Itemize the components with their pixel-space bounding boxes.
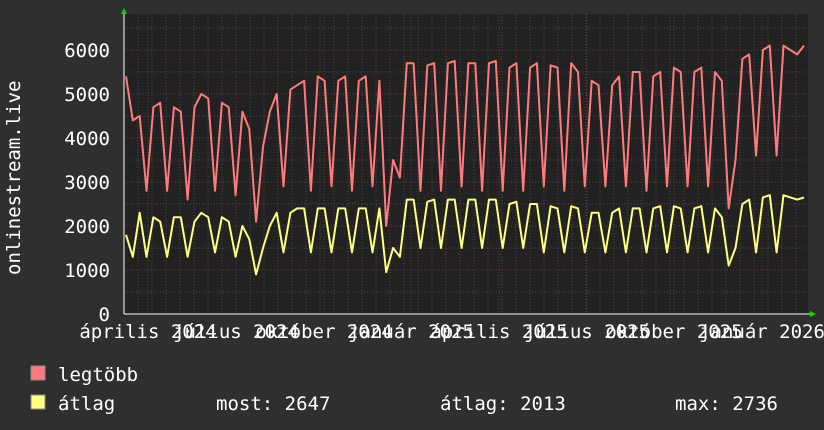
y-tick-label: 6000 bbox=[64, 40, 110, 62]
y-axis-arrow-icon bbox=[121, 8, 127, 14]
y-tick-label: 4000 bbox=[64, 128, 110, 150]
x-tick-labels: április 2024július 2024október 2024januá… bbox=[79, 321, 824, 343]
y-tick-label: 2000 bbox=[64, 216, 110, 238]
stat-max: max: 2736 bbox=[675, 393, 778, 415]
legend-label-max: legtöbb bbox=[58, 364, 138, 386]
x-tick-label: január 2026 bbox=[699, 321, 824, 343]
plot-area bbox=[124, 14, 808, 314]
chart: 0100020003000400050006000 április 2024jú… bbox=[3, 8, 824, 415]
y-tick-labels: 0100020003000400050006000 bbox=[64, 40, 110, 326]
legend-swatch-avg bbox=[30, 394, 46, 410]
x-axis-arrow-icon bbox=[810, 311, 816, 317]
stat-average: átlag: 2013 bbox=[440, 393, 566, 415]
y-tick-label: 3000 bbox=[64, 172, 110, 194]
y-axis-label: onlinestream.live bbox=[3, 81, 25, 275]
y-tick-label: 1000 bbox=[64, 260, 110, 282]
stat-now: most: 2647 bbox=[216, 393, 330, 415]
legend-swatch-max bbox=[30, 365, 46, 381]
y-tick-label: 5000 bbox=[64, 84, 110, 106]
legend-label-avg: átlag bbox=[58, 393, 115, 415]
